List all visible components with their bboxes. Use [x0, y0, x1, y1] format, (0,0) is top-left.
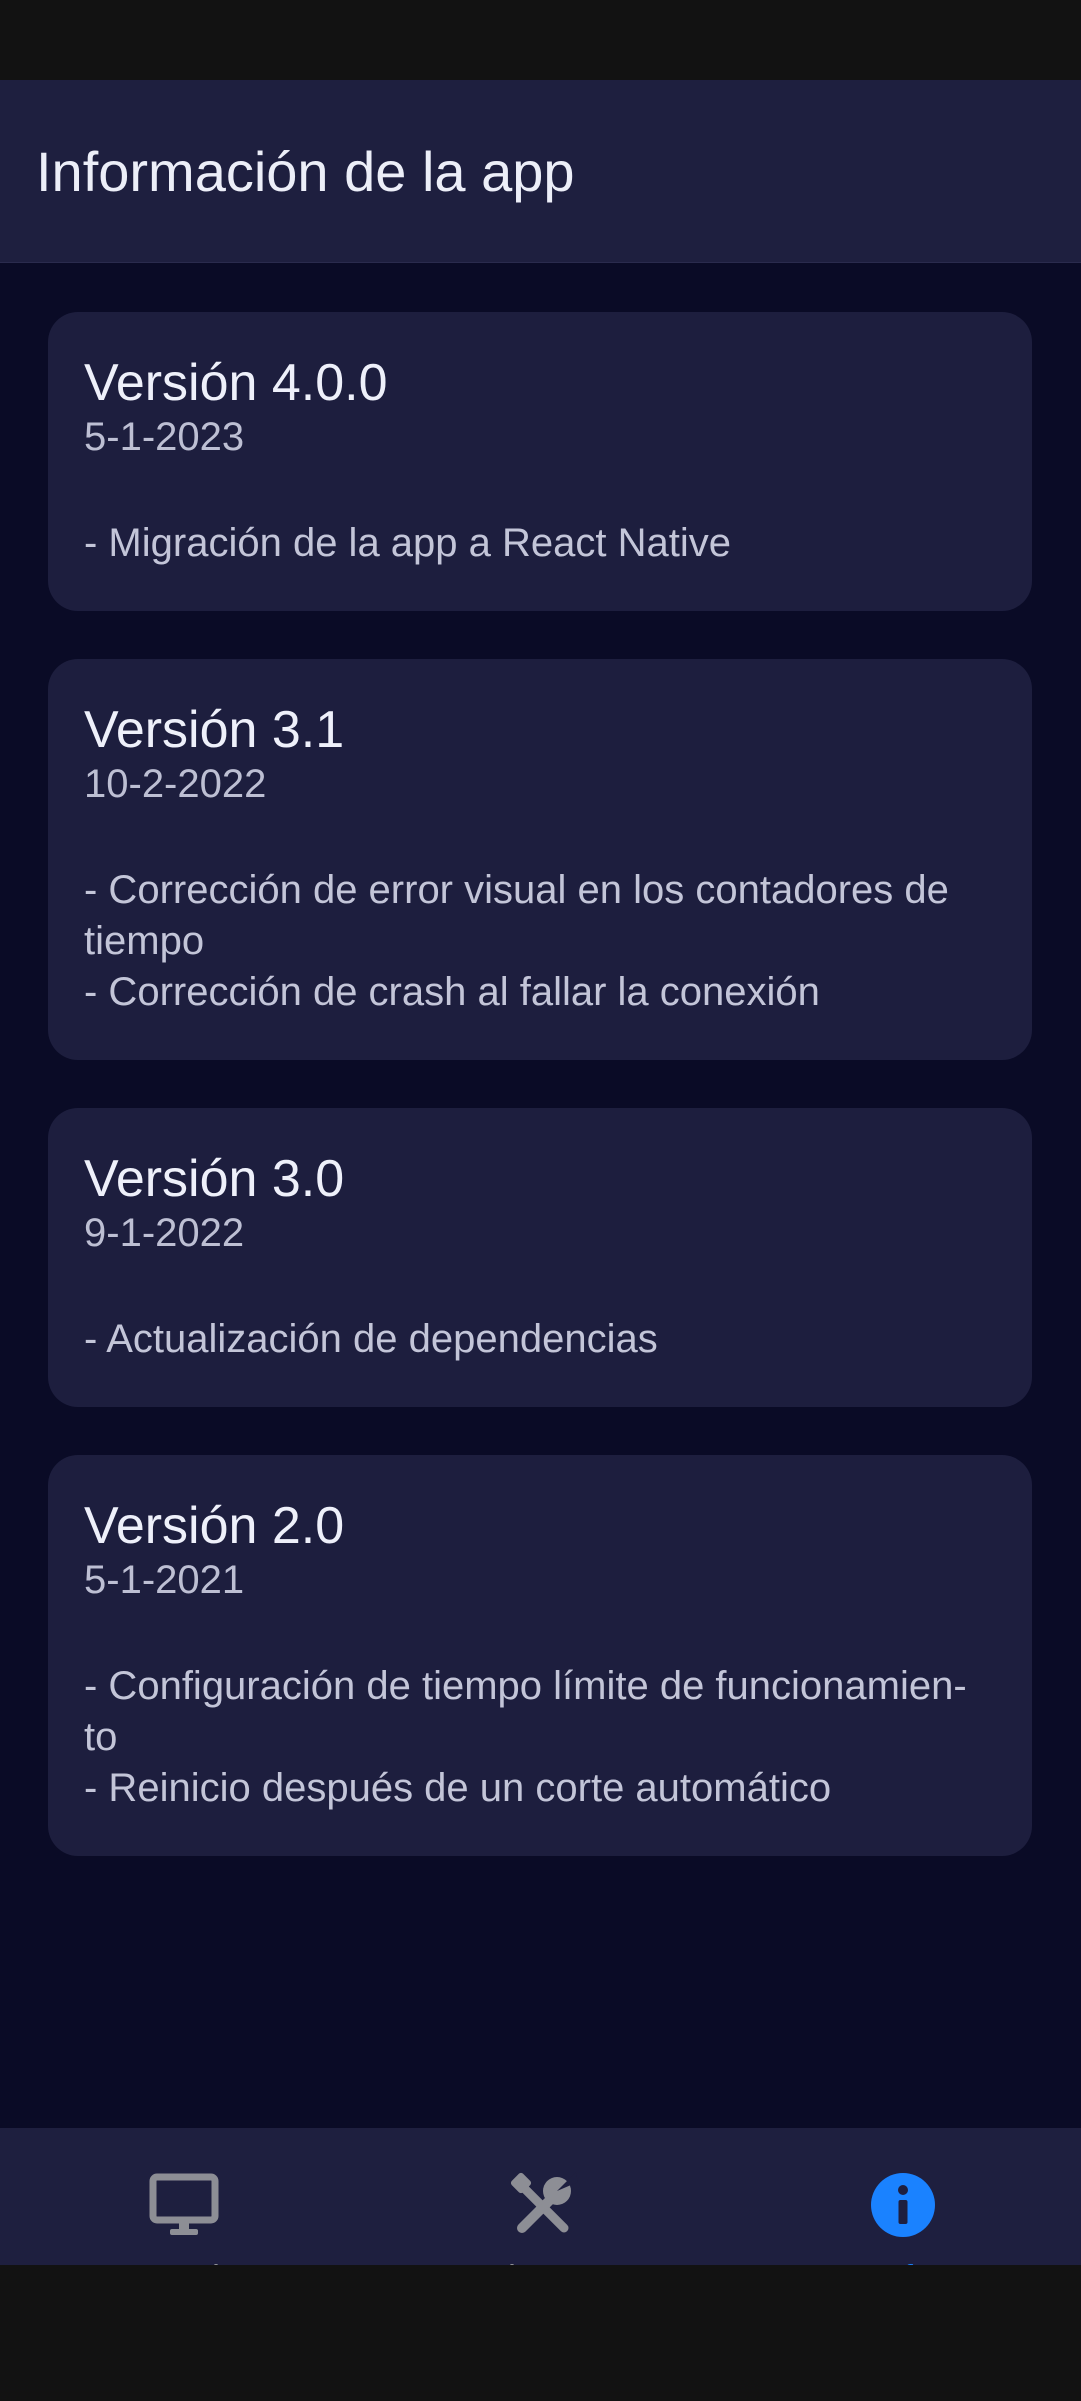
tools-icon [510, 2172, 578, 2233]
version-date: 10-2-2022 [84, 762, 267, 806]
version-change: - Actualización de dependencias [84, 1317, 658, 1361]
version-change: - Migración de la app a React Native [84, 521, 731, 565]
version-date: 5-1-2023 [84, 415, 245, 459]
version-list[interactable]: Versión 4.0.0 5-1-2023 - Migración de la… [48, 312, 1032, 1904]
version-card: Versión 3.0 9-1-2022 - Actualización de … [48, 1108, 1032, 1407]
version-date: 5-1-2021 [84, 1558, 245, 1602]
version-change: - Reinicio después de un corte automátic… [84, 1766, 832, 1810]
system-navigation-bar [0, 2265, 1081, 2401]
version-title: Versión 4.0.0 [84, 354, 388, 412]
version-change: - Corrección de crash al fallar la conex… [84, 970, 820, 1014]
version-change: tiempo [84, 919, 205, 963]
version-date: 9-1-2022 [84, 1211, 245, 1255]
app-screen: Información de la app Versión 4.0.0 5-1-… [0, 80, 1081, 2345]
version-change: to [84, 1715, 118, 1759]
page-title: Información de la app [36, 140, 575, 203]
version-card: Versión 2.0 5-1-2021 - Configuración de … [48, 1455, 1032, 1856]
version-title: Versión 2.0 [84, 1497, 345, 1555]
version-change: - Configuración de tiempo límite de func… [84, 1664, 967, 1708]
version-card: Versión 3.1 10-2-2022 - Corrección de er… [48, 659, 1032, 1060]
monitor-icon [149, 2173, 219, 2235]
version-card: Versión 4.0.0 5-1-2023 - Migración de la… [48, 312, 1032, 611]
app-header: Información de la app [0, 80, 1081, 263]
status-bar [0, 0, 1081, 80]
version-title: Versión 3.1 [84, 701, 345, 759]
version-change: - Corrección de error visual en los cont… [84, 868, 949, 912]
info-icon [871, 2173, 935, 2237]
version-title: Versión 3.0 [84, 1150, 345, 1208]
